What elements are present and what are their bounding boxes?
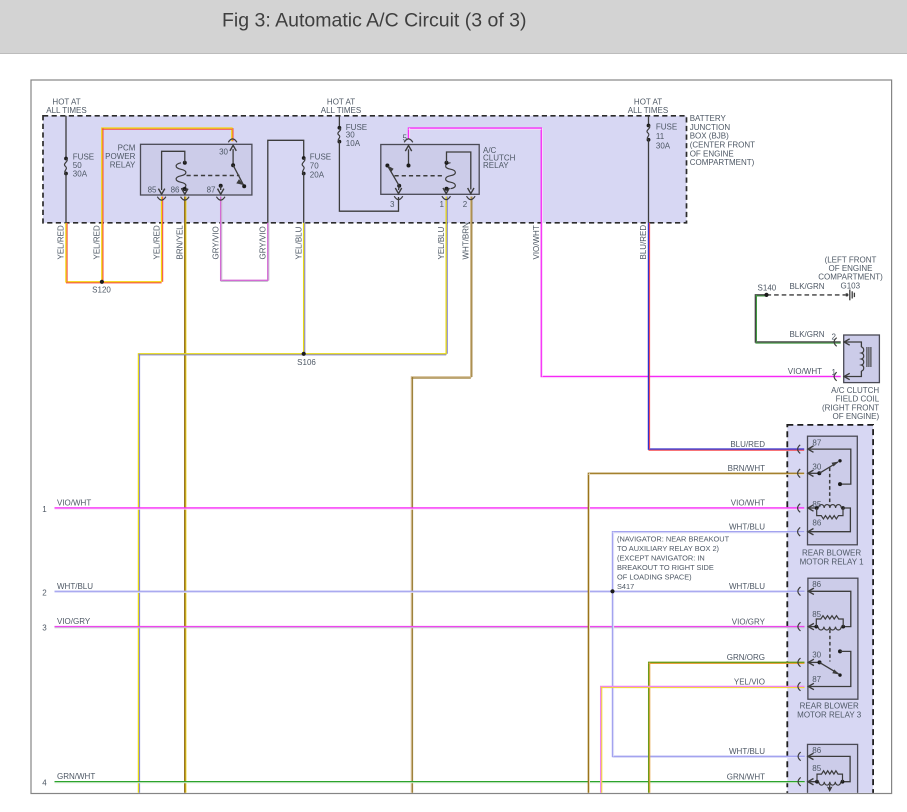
svg-text:OF ENGINE): OF ENGINE) <box>833 412 880 421</box>
svg-text:10A: 10A <box>346 139 361 148</box>
svg-text:(EXCEPT NAVIGATOR: IN: (EXCEPT NAVIGATOR: IN <box>617 554 705 563</box>
svg-text:GRY/VIO: GRY/VIO <box>259 226 268 259</box>
svg-text:BLK/GRN: BLK/GRN <box>789 330 824 339</box>
svg-text:ALL TIMES: ALL TIMES <box>321 106 361 115</box>
svg-text:BLU/RED: BLU/RED <box>730 440 765 449</box>
svg-text:COMPARTMENT): COMPARTMENT) <box>818 273 883 282</box>
svg-text:WHT/BRN: WHT/BRN <box>462 222 471 260</box>
svg-text:2: 2 <box>832 333 837 342</box>
svg-text:YEL/VIO: YEL/VIO <box>734 678 765 687</box>
svg-text:OF LOADING SPACE): OF LOADING SPACE) <box>617 573 692 582</box>
svg-text:RELAY: RELAY <box>483 161 509 170</box>
svg-text:86: 86 <box>812 519 821 528</box>
svg-text:GRN/ORG: GRN/ORG <box>727 653 765 662</box>
svg-text:85: 85 <box>812 610 821 619</box>
svg-text:87: 87 <box>812 438 821 447</box>
svg-text:VIO/GRY: VIO/GRY <box>732 617 766 626</box>
svg-text:WHT/BLU: WHT/BLU <box>729 747 765 756</box>
svg-text:YEL/BLU: YEL/BLU <box>294 226 303 259</box>
svg-text:WHT/BLU: WHT/BLU <box>729 522 765 531</box>
svg-text:RELAY: RELAY <box>110 161 136 170</box>
svg-text:YEL/RED: YEL/RED <box>152 225 161 259</box>
svg-text:COMPARTMENT): COMPARTMENT) <box>690 158 755 167</box>
svg-text:S120: S120 <box>92 286 111 295</box>
svg-text:BATTERY: BATTERY <box>690 114 727 123</box>
svg-text:YEL/RED: YEL/RED <box>93 225 102 259</box>
svg-text:85: 85 <box>812 764 821 773</box>
svg-text:WHT/BLU: WHT/BLU <box>729 582 765 591</box>
svg-text:VIO/WHT: VIO/WHT <box>532 225 541 259</box>
svg-text:87: 87 <box>207 185 216 194</box>
svg-text:86: 86 <box>812 580 821 589</box>
svg-text:BLU/RED: BLU/RED <box>639 225 648 260</box>
svg-text:3: 3 <box>42 624 47 633</box>
svg-text:S106: S106 <box>297 358 316 367</box>
svg-text:S140: S140 <box>758 283 777 292</box>
svg-text:WHT/BLU: WHT/BLU <box>57 582 93 591</box>
svg-text:20A: 20A <box>310 170 325 179</box>
svg-text:REAR BLOWER: REAR BLOWER <box>802 548 861 557</box>
svg-text:G103: G103 <box>841 281 861 290</box>
svg-text:BREAKOUT TO RIGHT SIDE: BREAKOUT TO RIGHT SIDE <box>617 563 714 572</box>
svg-text:30A: 30A <box>656 141 671 150</box>
svg-text:86: 86 <box>171 185 180 194</box>
svg-text:VIO/WHT: VIO/WHT <box>731 499 765 508</box>
svg-text:VIO/WHT: VIO/WHT <box>57 498 91 507</box>
svg-text:REAR BLOWER: REAR BLOWER <box>800 701 859 710</box>
svg-text:ALL TIMES: ALL TIMES <box>628 106 668 115</box>
svg-text:VIO/GRY: VIO/GRY <box>57 617 91 626</box>
svg-text:5: 5 <box>403 134 408 143</box>
svg-text:30: 30 <box>219 147 228 156</box>
svg-text:YEL/RED: YEL/RED <box>57 225 66 259</box>
svg-text:2: 2 <box>463 200 468 209</box>
svg-text:87: 87 <box>812 675 821 684</box>
svg-text:VIO/WHT: VIO/WHT <box>788 367 822 376</box>
svg-text:30: 30 <box>812 651 821 660</box>
svg-text:GRY/VIO: GRY/VIO <box>211 226 220 259</box>
svg-text:1: 1 <box>832 368 837 377</box>
svg-text:2: 2 <box>42 588 47 597</box>
svg-text:4: 4 <box>42 779 47 788</box>
svg-text:BRN/WHT: BRN/WHT <box>728 464 765 473</box>
svg-text:FUSE: FUSE <box>310 153 331 162</box>
svg-text:1: 1 <box>440 200 445 209</box>
svg-text:BLK/GRN: BLK/GRN <box>789 282 824 291</box>
svg-text:MOTOR RELAY 1: MOTOR RELAY 1 <box>800 557 865 566</box>
svg-text:85: 85 <box>812 500 821 509</box>
svg-text:70: 70 <box>310 161 319 170</box>
svg-text:85: 85 <box>148 185 157 194</box>
svg-text:MOTOR RELAY 3: MOTOR RELAY 3 <box>797 710 862 719</box>
svg-text:86: 86 <box>812 746 821 755</box>
svg-text:GRN/WHT: GRN/WHT <box>57 772 95 781</box>
svg-text:ALL TIMES: ALL TIMES <box>46 106 86 115</box>
svg-text:FUSE: FUSE <box>656 123 677 132</box>
svg-text:OF ENGINE: OF ENGINE <box>690 149 734 158</box>
svg-text:(CENTER FRONT: (CENTER FRONT <box>690 140 755 149</box>
svg-text:GRN/WHT: GRN/WHT <box>727 773 765 782</box>
svg-text:YEL/BLU: YEL/BLU <box>437 226 446 259</box>
svg-text:Fig 3: Automatic A/C Circuit (: Fig 3: Automatic A/C Circuit (3 of 3) <box>222 10 527 32</box>
svg-text:BRN/YEL: BRN/YEL <box>176 225 185 260</box>
svg-text:11: 11 <box>656 132 665 141</box>
svg-text:30A: 30A <box>73 170 88 179</box>
svg-text:(NAVIGATOR: NEAR BREAKOUT: (NAVIGATOR: NEAR BREAKOUT <box>617 535 730 544</box>
svg-text:3: 3 <box>390 200 395 209</box>
svg-text:1: 1 <box>42 505 47 514</box>
svg-text:TO AUXILIARY RELAY BOX 2): TO AUXILIARY RELAY BOX 2) <box>617 544 719 553</box>
svg-text:S417: S417 <box>617 582 634 591</box>
svg-text:JUNCTION: JUNCTION <box>690 123 731 132</box>
svg-text:BOX (BJB): BOX (BJB) <box>690 132 729 141</box>
svg-text:30: 30 <box>812 462 821 471</box>
